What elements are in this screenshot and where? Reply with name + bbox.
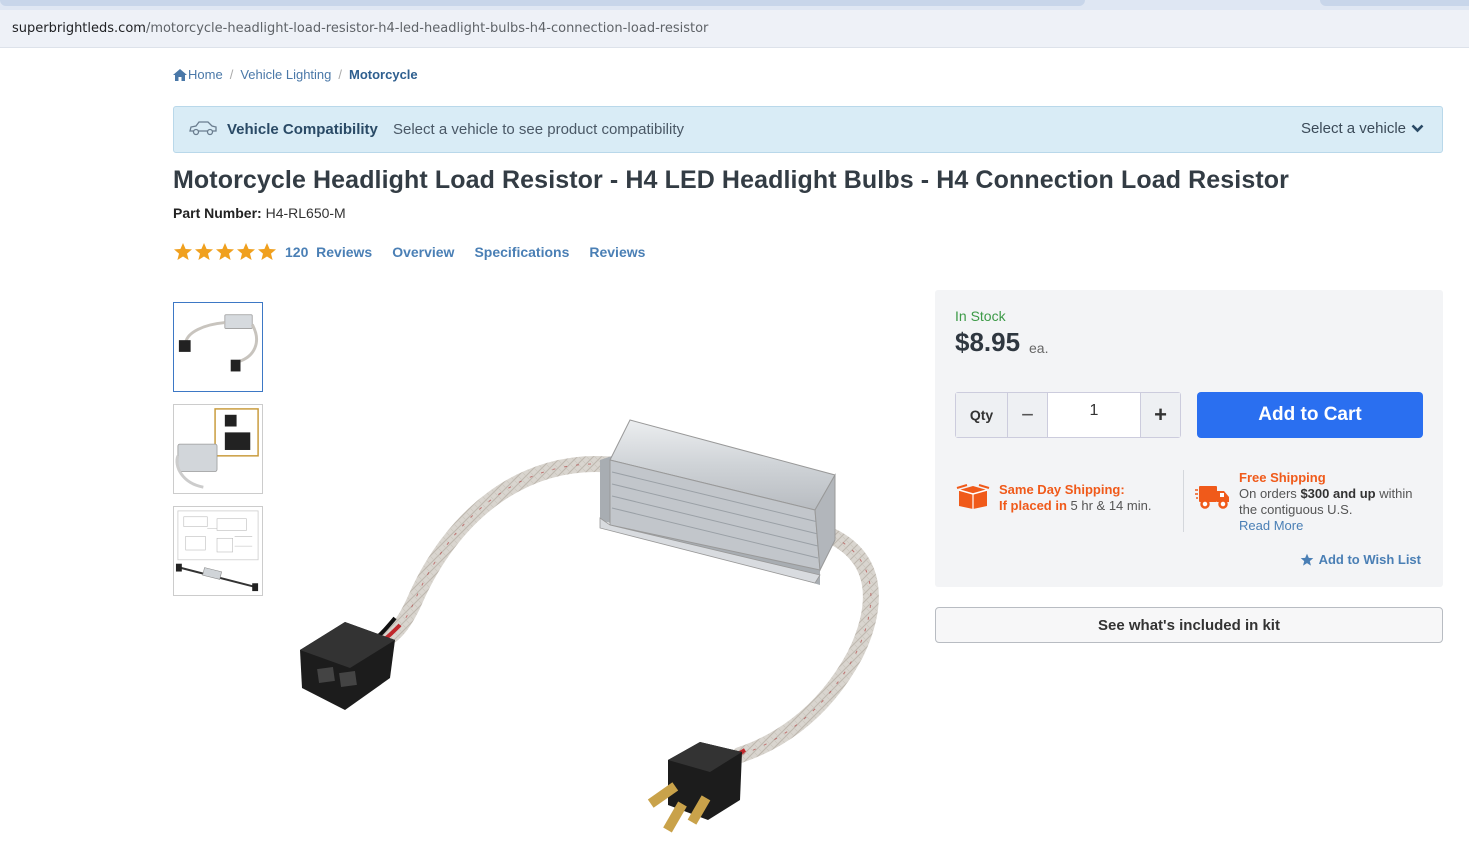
star-icon (216, 243, 234, 260)
main-product-image[interactable] (290, 400, 900, 855)
part-number-label: Part Number: (173, 205, 262, 221)
star-icon (174, 243, 192, 260)
free-shipping-amount: $300 and up (1300, 486, 1376, 501)
quantity-label: Qty (956, 393, 1008, 437)
vehicle-compatibility-title: Vehicle Compatibility (227, 121, 378, 138)
quantity-increase-button[interactable]: + (1140, 393, 1180, 437)
reviews-label: Reviews (316, 244, 373, 260)
star-icon (237, 243, 255, 260)
free-shipping-post: within (1379, 486, 1413, 501)
vehicle-compatibility-bar: Vehicle Compatibility Select a vehicle t… (173, 106, 1443, 153)
same-day-countdown: 5 hr & 14 min. (1070, 498, 1152, 513)
breadcrumb: Home / Vehicle Lighting / Motorcycle (173, 67, 418, 82)
overview-link[interactable]: Overview (392, 244, 454, 260)
select-vehicle-label: Select a vehicle (1300, 120, 1406, 137)
chevron-down-icon (1411, 124, 1424, 133)
browser-tab-active[interactable] (0, 0, 1085, 6)
product-thumbnail-2[interactable] (173, 404, 263, 494)
car-icon (189, 121, 217, 136)
free-shipping-title: Free Shipping (1239, 470, 1326, 485)
specifications-link[interactable]: Specifications (474, 244, 569, 260)
rating-row: 120 Reviews Overview Specifications Revi… (173, 242, 645, 262)
wish-list-label: Add to Wish List (1318, 552, 1421, 567)
buy-box: In Stock $8.95 ea. Qty − + Add to Cart S… (935, 290, 1443, 587)
see-kit-contents-button[interactable]: See what's included in kit (935, 607, 1443, 643)
breadcrumb-separator: / (338, 67, 343, 82)
product-thumbnail-3[interactable] (173, 506, 263, 596)
url-domain: superbrightleds.com (12, 21, 146, 36)
add-to-cart-button[interactable]: Add to Cart (1197, 392, 1423, 438)
select-vehicle-dropdown[interactable]: Select a vehicle (1301, 120, 1424, 137)
stock-status: In Stock (955, 308, 1006, 324)
vehicle-compatibility-text: Select a vehicle to see product compatib… (393, 121, 684, 138)
browser-tabstrip (0, 0, 1469, 10)
star-icon (258, 243, 276, 260)
price-unit: ea. (1029, 340, 1049, 356)
price: $8.95 (955, 327, 1021, 357)
breadcrumb-vehicle-lighting[interactable]: Vehicle Lighting (240, 67, 331, 82)
breadcrumb-separator: / (229, 67, 234, 82)
star-icon (1300, 553, 1313, 566)
quantity-stepper: Qty − + (955, 392, 1181, 438)
box-icon (956, 484, 990, 509)
free-shipping-region: the contiguous U.S. (1239, 502, 1353, 517)
shipping-divider (1183, 470, 1184, 532)
free-shipping: Free Shipping On orders $300 and up with… (1195, 470, 1412, 534)
reviews-link[interactable]: Reviews (589, 244, 645, 260)
free-shipping-pre: On orders (1239, 486, 1297, 501)
review-count: 120 (285, 244, 309, 260)
same-day-shipping-title: Same Day Shipping: (999, 482, 1125, 497)
add-to-wish-list-link[interactable]: Add to Wish List (1300, 552, 1421, 567)
truck-icon (1195, 486, 1229, 509)
review-count-link[interactable]: 120 Reviews (285, 244, 372, 260)
part-number: Part Number: H4-RL650-M (173, 205, 346, 221)
browser-tab[interactable] (1320, 0, 1469, 6)
breadcrumb-home[interactable]: Home (188, 67, 223, 82)
product-title: Motorcycle Headlight Load Resistor - H4 … (173, 166, 1289, 194)
part-number-value: H4-RL650-M (265, 205, 346, 221)
star-rating[interactable] (173, 242, 277, 262)
same-day-shipping: Same Day Shipping: If placed in 5 hr & 1… (955, 482, 1151, 514)
star-icon (195, 243, 213, 260)
read-more-link[interactable]: Read More (1239, 518, 1412, 534)
breadcrumb-motorcycle[interactable]: Motorcycle (349, 67, 418, 82)
quantity-decrease-button[interactable]: − (1008, 393, 1048, 437)
same-day-prefix: If placed in (999, 498, 1067, 513)
url-path: /motorcycle-headlight-load-resistor-h4-l… (145, 21, 709, 36)
quantity-input[interactable] (1048, 393, 1140, 437)
url-text[interactable]: superbrightleds.com/motorcycle-headlight… (12, 21, 708, 36)
product-thumbnail-1[interactable] (173, 302, 263, 392)
address-bar[interactable]: superbrightleds.com/motorcycle-headlight… (0, 10, 1469, 48)
home-icon (173, 68, 187, 81)
